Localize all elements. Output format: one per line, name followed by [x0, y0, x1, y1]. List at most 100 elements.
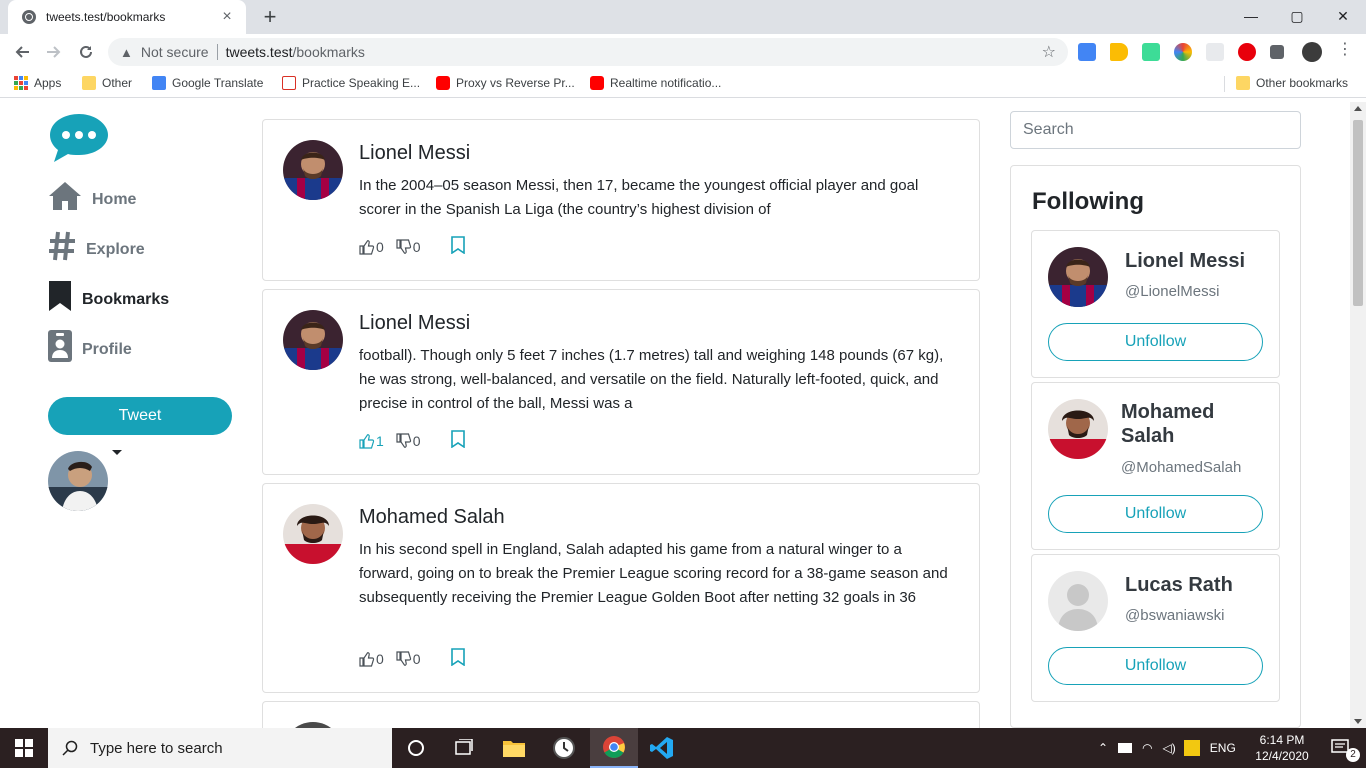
bookmark-proxy-vs-reverse[interactable]: Proxy vs Reverse Pr...	[436, 76, 575, 90]
avatar-salah[interactable]	[283, 504, 343, 564]
dislike-button[interactable]: 0	[396, 239, 421, 255]
search-input[interactable]	[1010, 111, 1301, 149]
following-user-name[interactable]: Lionel Messi	[1125, 249, 1265, 273]
bookmark-other-bookmarks[interactable]: Other bookmarks	[1236, 76, 1348, 90]
page-scrollbar[interactable]	[1350, 102, 1366, 728]
browser-tab[interactable]: tweets.test/bookmarks ×	[8, 0, 246, 34]
nav-profile[interactable]: Profile	[48, 330, 132, 362]
tab-close-button[interactable]: ×	[218, 8, 236, 26]
avatar-default[interactable]	[1048, 571, 1108, 631]
nav-home[interactable]: Home	[48, 180, 136, 212]
nav-bookmarks[interactable]: Bookmarks	[48, 280, 169, 312]
tweet-author[interactable]: Lionel Messi	[359, 142, 470, 165]
home-icon	[49, 182, 81, 210]
avatar-messi[interactable]	[283, 310, 343, 370]
like-count: 0	[376, 650, 384, 667]
close-window-button[interactable]: ✕	[1320, 0, 1366, 32]
bookmark-realtime-notification[interactable]: Realtime notificatio...	[590, 76, 721, 90]
reload-button[interactable]	[74, 40, 98, 64]
nav-label: Home	[92, 191, 137, 208]
avatar-salah[interactable]	[1048, 399, 1108, 459]
tweet-author[interactable]: Lionel Messi	[359, 312, 470, 335]
unfollow-button[interactable]: Unfollow	[1048, 647, 1263, 685]
nav-label: Explore	[86, 241, 145, 258]
bookmark-apps[interactable]: Apps	[14, 76, 61, 90]
maximize-button[interactable]: ▢	[1274, 0, 1320, 32]
back-arrow-icon	[15, 46, 29, 58]
n-extension-icon[interactable]	[1142, 43, 1160, 61]
dislike-button[interactable]: 0	[396, 651, 421, 667]
google-translate-extension-icon[interactable]	[1078, 43, 1096, 61]
tweet-card: Lionel Messi In the 2004–05 season Messi…	[262, 119, 980, 281]
bookmark-label: Apps	[34, 76, 62, 90]
tweet-author[interactable]: Mohamed Salah	[359, 506, 505, 529]
avatar-messi[interactable]	[1048, 247, 1108, 307]
wifi-icon[interactable]: ◠	[1142, 741, 1152, 755]
minimize-button[interactable]: —	[1228, 0, 1274, 32]
bookmark-google-translate[interactable]: Google Translate	[152, 76, 263, 90]
taskbar-search-box[interactable]: Type here to search	[48, 728, 392, 768]
tray-chevron-up-icon[interactable]: ⌃	[1098, 741, 1108, 755]
scroll-up-arrow-icon[interactable]	[1354, 106, 1362, 111]
vscode-taskbar-button[interactable]	[638, 728, 686, 768]
notes-app-icon[interactable]	[1183, 740, 1200, 756]
bookmarks-divider	[1224, 76, 1225, 92]
forward-button[interactable]	[42, 40, 66, 64]
unfollow-button[interactable]: Unfollow	[1048, 495, 1263, 533]
language-indicator[interactable]: ENG	[1210, 741, 1236, 755]
megaphone-extension-icon[interactable]	[1110, 43, 1128, 61]
vscode-icon	[650, 737, 673, 759]
bookmark-toggle-button[interactable]	[450, 648, 465, 669]
scroll-down-arrow-icon[interactable]	[1354, 719, 1362, 724]
dislike-button[interactable]: 0	[396, 433, 421, 449]
clock-app-button[interactable]	[540, 728, 588, 768]
file-explorer-button[interactable]	[490, 728, 538, 768]
back-button[interactable]	[10, 40, 34, 64]
folder-icon	[503, 741, 525, 757]
bookmark-other[interactable]: Other	[82, 76, 132, 90]
apps-grid-icon	[14, 76, 28, 90]
speaker-icon[interactable]: ◁)	[1163, 741, 1176, 755]
following-user-handle: @LionelMessi	[1125, 283, 1220, 300]
cortana-button[interactable]	[392, 728, 440, 768]
url-path: /bookmarks	[292, 44, 365, 60]
nav-label: Profile	[82, 341, 132, 358]
user-menu-caret-icon[interactable]	[112, 450, 122, 455]
start-button[interactable]	[0, 728, 48, 768]
action-center-button[interactable]: 2	[1318, 728, 1366, 768]
blank-extension-icon[interactable]	[1206, 43, 1224, 61]
chat-bubble-logo-icon[interactable]	[48, 112, 110, 169]
nav-explore[interactable]: Explore	[48, 230, 145, 262]
like-button[interactable]: 1	[359, 433, 384, 449]
address-bar[interactable]: ▲ Not secure tweets.test/bookmarks ☆	[108, 38, 1068, 66]
profile-avatar-icon[interactable]	[1302, 42, 1322, 62]
following-panel: Following Lionel Messi @LionelMessi Unfo…	[1010, 165, 1301, 728]
battery-icon[interactable]	[1118, 743, 1133, 753]
bookmark-practice-speaking[interactable]: Practice Speaking E...	[282, 76, 420, 90]
like-button[interactable]: 0	[359, 239, 384, 255]
dislike-count: 0	[412, 432, 421, 449]
tweet-button[interactable]: Tweet	[48, 397, 232, 435]
new-tab-button[interactable]: +	[258, 4, 282, 30]
extensions-puzzle-icon[interactable]	[1270, 45, 1284, 59]
following-title: Following	[1032, 188, 1144, 215]
bookmark-toggle-button[interactable]	[450, 430, 465, 451]
avatar-messi[interactable]	[283, 140, 343, 200]
bookmark-toggle-button[interactable]	[450, 236, 465, 257]
bookmark-star-icon[interactable]: ☆	[1042, 42, 1056, 62]
task-view-button[interactable]	[440, 728, 488, 768]
adblock-extension-icon[interactable]	[1238, 43, 1256, 61]
chrome-taskbar-button[interactable]	[590, 728, 638, 768]
current-user-avatar[interactable]	[48, 451, 108, 511]
unfollow-button[interactable]: Unfollow	[1048, 323, 1263, 361]
like-button[interactable]: 0	[359, 651, 384, 667]
following-user-name[interactable]: Mohamed Salah	[1121, 400, 1241, 448]
tweet-card: Lionel Messi football). Though only 5 fe…	[262, 289, 980, 475]
nav-label: Bookmarks	[82, 291, 170, 308]
taskbar-clock[interactable]: 6:14 PM 12/4/2020	[1252, 732, 1312, 764]
kebab-menu-icon[interactable]: ⋮	[1336, 40, 1354, 58]
scrollbar-thumb[interactable]	[1353, 120, 1363, 306]
following-user-name[interactable]: Lucas Rath	[1125, 573, 1265, 597]
color-picker-extension-icon[interactable]	[1174, 43, 1192, 61]
bookmarks-bar: Apps Other Google Translate Practice Spe…	[0, 70, 1366, 98]
